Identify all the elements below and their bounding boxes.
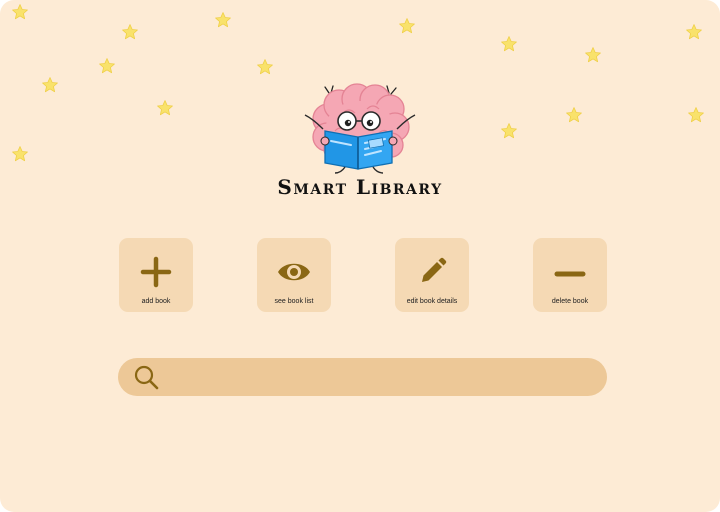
- star-icon: [501, 36, 517, 52]
- star-icon: [257, 59, 273, 75]
- star-icon: [686, 24, 702, 40]
- star-icon: [122, 24, 138, 40]
- search-icon[interactable]: [133, 364, 160, 391]
- app-title: Smart Library: [277, 175, 443, 199]
- search-bar[interactable]: [118, 358, 607, 396]
- star-icon: [12, 4, 28, 20]
- pencil-icon: [422, 257, 447, 282]
- add-book-button[interactable]: add book: [119, 238, 193, 312]
- edit-book-details-button[interactable]: edit book details: [395, 238, 469, 312]
- minus-icon: [554, 271, 586, 277]
- add-book-label: add book: [141, 298, 171, 305]
- star-icon: [99, 58, 115, 74]
- star-icon: [399, 18, 415, 34]
- delete-book-label: delete book: [551, 298, 589, 305]
- see-book-list-label: see book list: [274, 298, 314, 305]
- brain-reading-book-icon: [304, 83, 416, 174]
- star-icon: [12, 146, 28, 162]
- edit-book-details-label: edit book details: [406, 298, 458, 305]
- star-icon: [566, 107, 582, 123]
- star-icon: [42, 77, 58, 93]
- star-icon: [688, 107, 704, 123]
- plus-icon: [140, 256, 172, 288]
- delete-book-button[interactable]: delete book: [533, 238, 607, 312]
- star-icon: [157, 100, 173, 116]
- star-icon: [501, 123, 517, 139]
- star-icon: [585, 47, 601, 63]
- star-icon: [215, 12, 231, 28]
- see-book-list-button[interactable]: see book list: [257, 238, 331, 312]
- search-input[interactable]: [168, 364, 592, 392]
- app-window: Smart Library add book see book list edi…: [0, 0, 720, 512]
- eye-icon: [278, 263, 310, 281]
